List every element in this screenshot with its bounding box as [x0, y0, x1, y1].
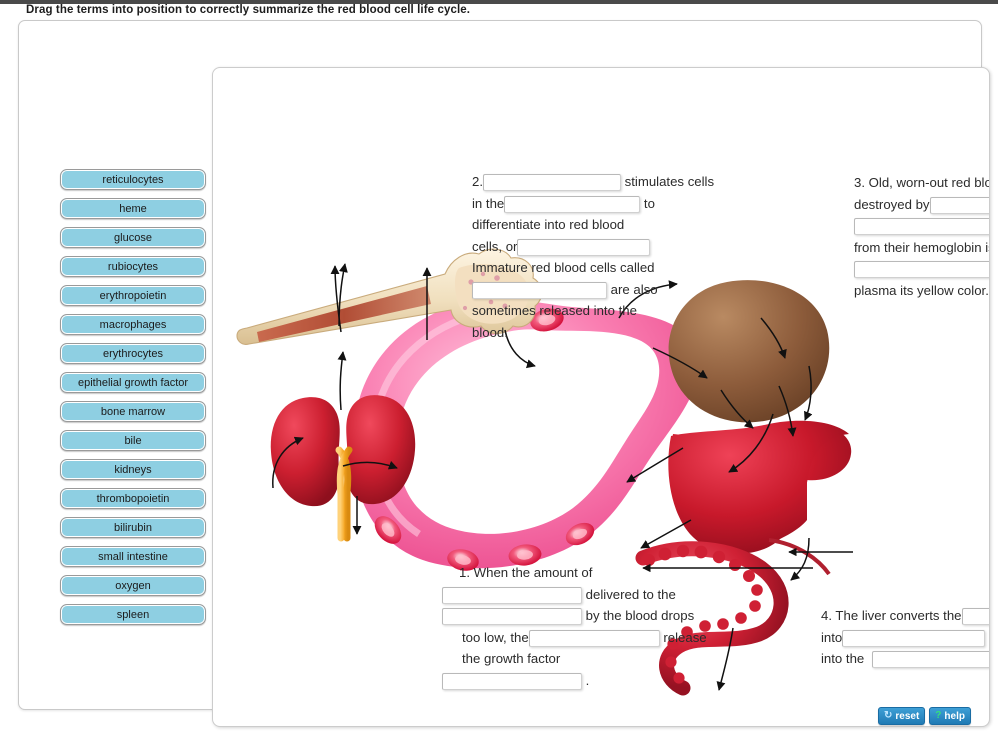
question-mark-icon: ?: [935, 710, 942, 721]
statement-1-text: by the blood drops: [582, 608, 695, 623]
statement-4-text: The liver converts the: [832, 608, 962, 623]
statement-3-number: 3.: [854, 175, 865, 190]
exercise-container: reticulocytes heme glucose rubiocytes er…: [18, 20, 990, 727]
statement-1: 1. When the amount of delivered to the b…: [442, 562, 742, 691]
exercise-page: Drag the terms into position to correctl…: [0, 0, 998, 735]
statement-3-text: Old, worn-out red blood cells are: [868, 175, 989, 190]
statement-2-text: to: [640, 195, 655, 211]
statement-2-text: in the: [472, 195, 505, 211]
term-pill[interactable]: oxygen: [60, 575, 206, 596]
blank-4-1[interactable]: [961, 608, 989, 626]
blank-3-4[interactable]: [854, 261, 989, 279]
diagram-panel: 2. stimulates cells in the to differenti…: [212, 67, 990, 727]
statement-2-number: 2.: [472, 174, 483, 189]
term-pill[interactable]: heme: [60, 198, 206, 219]
statement-1-text: .: [582, 672, 590, 688]
refresh-icon: ↻: [884, 710, 893, 721]
blank-1-2[interactable]: [442, 608, 582, 626]
statement-4-number: 4.: [821, 608, 832, 623]
term-pill[interactable]: epithelial growth factor: [60, 372, 206, 393]
term-label: heme: [119, 202, 147, 215]
blank-3-1[interactable]: [929, 196, 989, 214]
statement-3-text: from their hemoglobin is converted to: [854, 239, 989, 255]
blank-1-1[interactable]: [442, 586, 582, 604]
blank-2-2[interactable]: [504, 195, 641, 213]
term-pill[interactable]: rubiocytes: [60, 256, 206, 277]
statement-1-text: release: [659, 629, 707, 645]
blank-2-4[interactable]: [472, 281, 607, 299]
term-pill[interactable]: reticulocytes: [60, 169, 206, 190]
term-label: epithelial growth factor: [77, 376, 189, 389]
footer-buttons: ↻ reset ? help: [878, 707, 971, 725]
term-label: rubiocytes: [107, 260, 159, 273]
blank-3-2[interactable]: [854, 218, 989, 236]
term-pill[interactable]: small intestine: [60, 546, 206, 567]
term-bank: reticulocytes heme glucose rubiocytes er…: [60, 169, 208, 633]
term-pill[interactable]: kidneys: [60, 459, 206, 480]
term-label: erythrocytes: [103, 347, 163, 360]
term-label: bilirubin: [114, 521, 152, 534]
term-pill[interactable]: erythrocytes: [60, 343, 206, 364]
term-pill[interactable]: erythropoietin: [60, 285, 206, 306]
blank-1-4[interactable]: [442, 672, 582, 690]
blank-2-1[interactable]: [483, 174, 621, 192]
term-label: erythropoietin: [99, 289, 167, 302]
term-pill[interactable]: thrombopoietin: [60, 488, 206, 509]
statement-2-text: differentiate into red blood: [472, 217, 625, 232]
statement-1-text: too low, the: [462, 629, 529, 645]
term-pill[interactable]: bilirubin: [60, 517, 206, 538]
blank-1-3[interactable]: [528, 629, 660, 647]
statement-4-text: into the: [821, 651, 865, 666]
term-pill[interactable]: bone marrow: [60, 401, 206, 422]
term-pill[interactable]: spleen: [60, 604, 206, 625]
reset-button[interactable]: ↻ reset: [878, 707, 926, 725]
term-pill[interactable]: macrophages: [60, 314, 206, 335]
term-label: bile: [124, 434, 142, 447]
statement-2: 2. stimulates cells in the to differenti…: [472, 171, 744, 343]
statement-3-text: plasma its yellow color.: [854, 282, 989, 298]
term-label: spleen: [116, 608, 150, 621]
statement-2-text: cells, or: [472, 238, 518, 254]
term-pill[interactable]: glucose: [60, 227, 206, 248]
statement-2-text: are also: [607, 281, 658, 297]
statement-1-text: When the amount of: [470, 565, 593, 580]
statement-1-number: 1.: [459, 565, 470, 580]
statement-1-text: delivered to the: [582, 586, 676, 602]
reset-button-label: reset: [895, 710, 920, 722]
statement-2-text: sometimes released into the: [472, 303, 637, 318]
term-label: bone marrow: [100, 405, 166, 418]
page-title: Drag the terms into position to correctl…: [26, 4, 471, 16]
statement-1-text: the growth factor: [462, 651, 561, 666]
help-button[interactable]: ? help: [929, 707, 971, 725]
term-label: kidneys: [114, 463, 152, 476]
term-label: macrophages: [99, 318, 167, 331]
statement-4-text: into: [821, 629, 843, 645]
statement-3: 3. Old, worn-out red blood cells are des…: [854, 172, 989, 301]
statement-2-text: blood.: [472, 324, 508, 340]
help-button-label: help: [944, 710, 965, 722]
blank-4-3[interactable]: [872, 651, 989, 669]
term-label: oxygen: [115, 579, 151, 592]
term-label: thrombopoietin: [96, 492, 170, 505]
statement-2-text: Immature red blood cells called: [472, 260, 655, 275]
term-label: reticulocytes: [102, 173, 164, 186]
term-label: small intestine: [98, 550, 168, 563]
blank-2-3[interactable]: [517, 238, 651, 256]
statement-2-text: stimulates cells: [621, 174, 715, 189]
statement-3-text: destroyed by: [854, 196, 930, 212]
statement-4: 4. The liver converts the into , which i…: [821, 605, 990, 670]
term-label: glucose: [114, 231, 152, 244]
liver: [668, 420, 852, 554]
statement-4-text: , which is passed: [985, 630, 990, 645]
term-pill[interactable]: bile: [60, 430, 206, 451]
blank-4-2[interactable]: [842, 629, 986, 647]
